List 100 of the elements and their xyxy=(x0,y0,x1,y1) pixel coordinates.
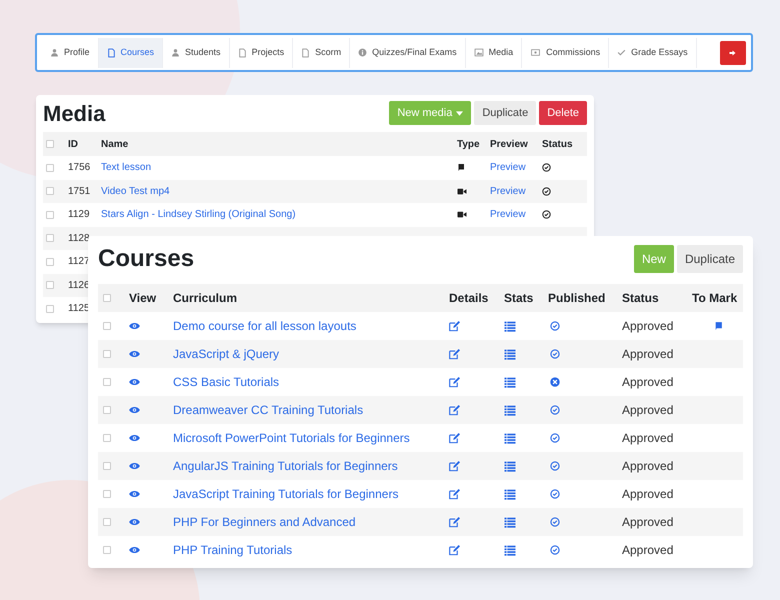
checkbox[interactable] xyxy=(46,164,54,172)
preview-link[interactable]: Preview xyxy=(490,207,542,222)
checkbox[interactable] xyxy=(103,322,111,330)
course-link[interactable]: CSS Basic Tutorials xyxy=(173,373,449,391)
course-link[interactable]: Demo course for all lesson layouts xyxy=(173,317,449,335)
column-header: Preview xyxy=(490,138,529,152)
banknote-icon xyxy=(530,48,542,57)
column-header: Status xyxy=(542,138,574,152)
checkbox[interactable] xyxy=(103,546,111,554)
nav-tab[interactable]: Projects xyxy=(230,38,294,68)
column-header: Details xyxy=(449,290,490,307)
tab-label: Students xyxy=(185,46,221,59)
column-header: Status xyxy=(622,290,660,307)
media-link[interactable]: Video Test mp4 xyxy=(101,184,457,199)
nav-tab[interactable]: Students xyxy=(163,38,230,68)
edit-icon xyxy=(449,376,460,388)
checkbox[interactable] xyxy=(103,490,111,498)
course-link[interactable]: JavaScript & jQuery xyxy=(173,345,449,363)
course-link[interactable]: PHP Training Tutorials xyxy=(173,541,449,559)
status-text: Approved xyxy=(622,542,674,559)
edit-icon xyxy=(449,516,460,528)
list-icon xyxy=(504,320,516,332)
status-text: Approved xyxy=(622,402,674,419)
column-header: View xyxy=(129,290,158,307)
checkbox[interactable] xyxy=(46,187,54,196)
checkbox[interactable] xyxy=(103,350,111,358)
status-text: Approved xyxy=(622,346,674,363)
course-link[interactable]: AngularJS Training Tutorials for Beginners xyxy=(173,457,449,475)
delete-button[interactable]: Delete xyxy=(539,101,587,125)
eye-icon xyxy=(129,350,140,358)
check-circle-icon xyxy=(542,163,551,172)
info-icon xyxy=(358,48,368,57)
nav-tab[interactable]: Grade Essays xyxy=(609,38,697,68)
user-icon xyxy=(50,48,59,57)
caret-icon xyxy=(456,110,464,116)
checkbox[interactable] xyxy=(46,258,54,266)
course-link[interactable]: JavaScript Training Tutorials for Beginners xyxy=(173,485,449,503)
preview-link[interactable]: Preview xyxy=(490,184,542,199)
duplicate-button[interactable]: Duplicate xyxy=(474,101,536,125)
course-link[interactable]: Dreamweaver CC Training Tutorials xyxy=(173,401,449,419)
document-icon xyxy=(238,48,247,58)
user-icon xyxy=(171,48,180,57)
video-camera-icon xyxy=(457,186,467,196)
column-header: Stats xyxy=(504,290,534,307)
document-icon xyxy=(106,48,116,58)
table-cell-text: 1751 xyxy=(68,184,92,199)
status-text: Approved xyxy=(622,458,674,475)
tab-label: Projects xyxy=(252,46,284,59)
nav-tab[interactable]: Quizzes/Final Exams xyxy=(350,38,466,68)
logout-button[interactable] xyxy=(720,40,746,64)
course-link[interactable]: Microsoft PowerPoint Tutorials for Beginners xyxy=(173,429,449,447)
checkbox[interactable] xyxy=(103,378,111,386)
media-link[interactable]: Text lesson xyxy=(101,160,457,176)
eye-icon xyxy=(129,378,140,386)
checkbox[interactable] xyxy=(46,140,54,148)
edit-icon xyxy=(449,404,460,416)
check-circle-icon xyxy=(542,186,551,196)
tab-label: Grade Essays xyxy=(631,46,688,59)
list-icon xyxy=(504,544,516,556)
eye-icon xyxy=(129,434,140,442)
edit-icon xyxy=(449,460,460,472)
checkbox[interactable] xyxy=(46,234,54,242)
column-header: Curriculum xyxy=(173,290,238,307)
checkbox[interactable] xyxy=(103,294,111,302)
column-header: Type xyxy=(457,138,481,152)
preview-link[interactable]: Preview xyxy=(490,160,542,176)
course-link[interactable]: PHP For Beginners and Advanced xyxy=(173,513,449,531)
nav-tab[interactable]: Courses xyxy=(98,38,164,68)
tab-label: Media xyxy=(488,46,514,59)
tab-label: Quizzes/Final Exams xyxy=(372,46,457,59)
checkbox[interactable] xyxy=(103,462,111,470)
checkbox[interactable] xyxy=(46,210,54,219)
checkbox[interactable] xyxy=(103,518,111,526)
checkbox[interactable] xyxy=(46,304,54,313)
checkbox[interactable] xyxy=(103,434,111,442)
checkbox[interactable] xyxy=(46,281,54,290)
column-header: Published xyxy=(548,290,606,307)
video-camera-icon xyxy=(457,210,467,220)
status-text: Approved xyxy=(622,486,674,503)
eye-icon xyxy=(129,518,140,526)
status-text: Approved xyxy=(622,318,674,335)
column-header: ID xyxy=(68,138,79,152)
eye-icon xyxy=(129,462,140,470)
tab-label: Courses xyxy=(120,46,154,59)
media-link[interactable]: Stars Align - Lindsey Stirling (Original Song) xyxy=(101,207,457,222)
duplicate-button[interactable]: Duplicate xyxy=(676,245,743,273)
check-circle-icon xyxy=(542,210,551,220)
tab-label: Scorm xyxy=(315,46,342,59)
checkbox[interactable] xyxy=(103,406,111,414)
nav-tab[interactable]: Scorm xyxy=(293,38,350,68)
table-cell-text: 1129 xyxy=(68,208,91,222)
status-text: Approved xyxy=(622,514,674,531)
table-cell-text: 1756 xyxy=(68,161,92,176)
tab-label: Commissions xyxy=(546,46,600,59)
list-icon xyxy=(504,348,516,360)
nav-tab[interactable]: Media xyxy=(466,38,522,68)
nav-tab[interactable]: Commissions xyxy=(522,38,610,68)
table-cell-text: 1127 xyxy=(68,255,91,270)
eye-icon xyxy=(129,546,140,554)
edit-icon xyxy=(449,348,460,360)
